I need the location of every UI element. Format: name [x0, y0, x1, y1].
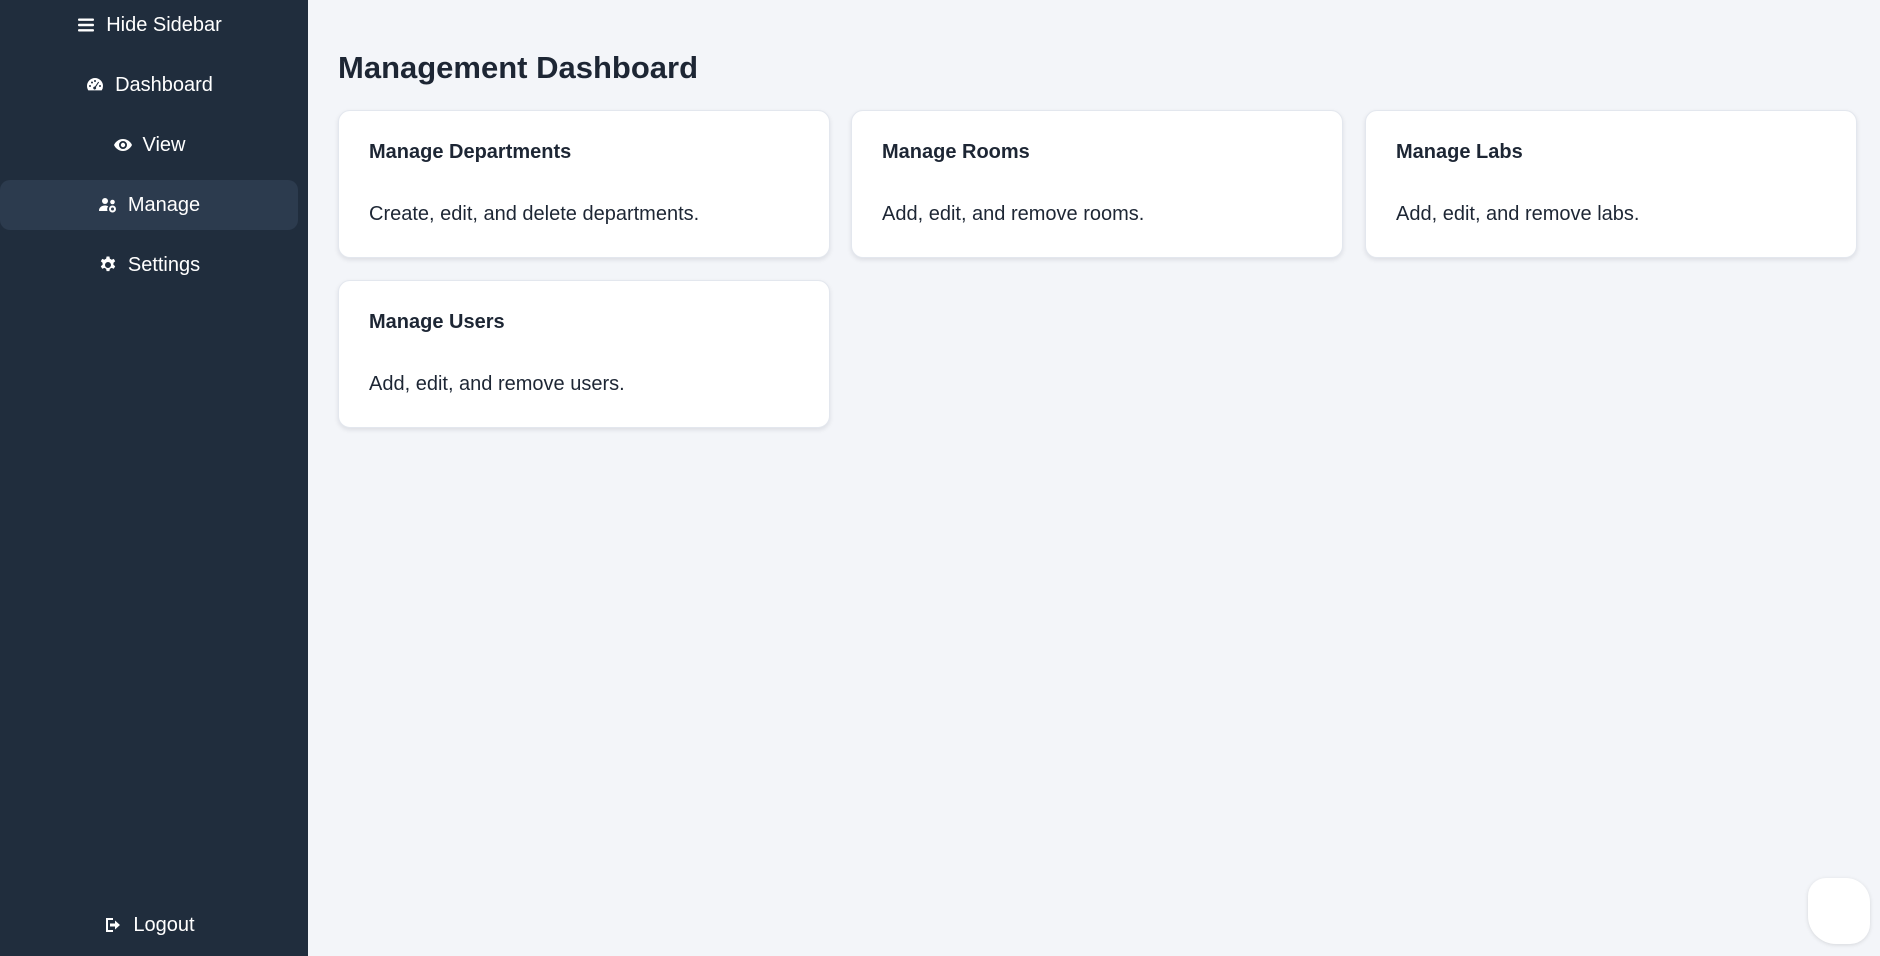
logout-label: Logout — [133, 913, 195, 936]
eye-icon — [113, 135, 133, 155]
main-content: Management Dashboard Manage Departments … — [308, 0, 1880, 956]
sidebar-item-label: Dashboard — [115, 73, 213, 96]
card-description: Create, edit, and delete departments. — [369, 203, 700, 225]
logout-icon — [103, 915, 123, 935]
sidebar-item-label: Manage — [127, 193, 201, 216]
card-description: Add, edit, and remove rooms. — [882, 203, 1145, 225]
card-description: Add, edit, and remove users. — [369, 373, 625, 395]
manage-users-card[interactable]: Manage Users Add, edit, and remove users… — [338, 280, 830, 428]
sidebar-item-label: Settings — [127, 253, 201, 276]
sidebar-item-manage[interactable]: Manage — [0, 180, 298, 230]
logout-button[interactable]: Logout — [0, 900, 298, 950]
manage-rooms-card[interactable]: Manage Rooms Add, edit, and remove rooms… — [851, 110, 1343, 258]
card-description: Add, edit, and remove labs. — [1396, 203, 1640, 225]
sidebar: Hide Sidebar Dashboard View Manage Setti — [0, 0, 308, 956]
hide-sidebar-label: Hide Sidebar — [106, 13, 222, 36]
manage-departments-card[interactable]: Manage Departments Create, edit, and del… — [338, 110, 830, 258]
card-title: Manage Users — [369, 311, 505, 333]
card-title: Manage Rooms — [882, 141, 1030, 163]
page-title: Management Dashboard — [338, 50, 699, 85]
hide-sidebar-button[interactable]: Hide Sidebar — [0, 0, 298, 50]
gear-icon — [98, 255, 118, 275]
sidebar-item-view[interactable]: View — [0, 120, 298, 170]
users-cog-icon — [98, 195, 118, 215]
hamburger-icon — [76, 15, 96, 35]
gauge-icon — [85, 75, 105, 95]
app: Hide Sidebar Dashboard View Manage Setti — [0, 0, 1880, 956]
card-title: Manage Labs — [1396, 141, 1523, 163]
sidebar-item-settings[interactable]: Settings — [0, 240, 298, 290]
manage-labs-card[interactable]: Manage Labs Add, edit, and remove labs. — [1365, 110, 1857, 258]
floating-widget-button[interactable] — [1808, 878, 1870, 944]
card-title: Manage Departments — [369, 141, 572, 163]
sidebar-item-label: View — [142, 133, 186, 156]
sidebar-item-dashboard[interactable]: Dashboard — [0, 60, 298, 110]
